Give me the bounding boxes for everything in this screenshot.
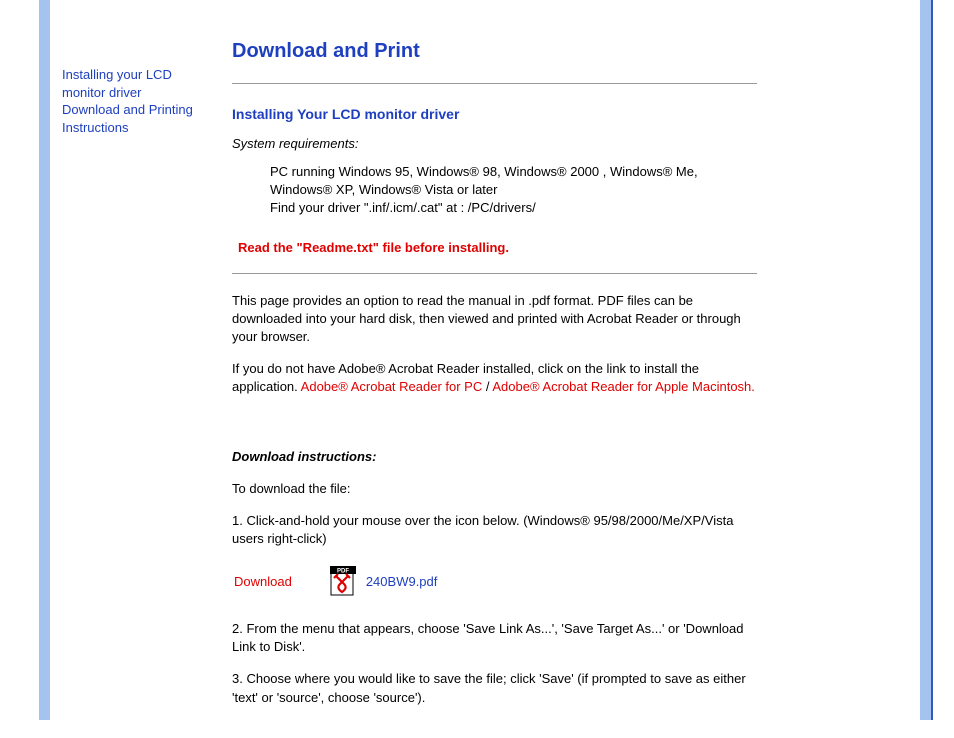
svg-text:PDF: PDF — [337, 569, 349, 575]
requirement-item: PC running Windows 95, Windows® 98, Wind… — [270, 163, 757, 199]
page-title: Download and Print — [232, 40, 757, 63]
requirement-item: Find your driver ".inf/.icm/.cat" at : /… — [270, 199, 757, 217]
acrobat-paragraph: If you do not have Adobe® Acrobat Reader… — [232, 360, 757, 396]
sidebar-link-download[interactable]: Download and Printing Instructions — [62, 101, 217, 136]
right-accent-bar — [920, 0, 931, 720]
requirements-list: PC running Windows 95, Windows® 98, Wind… — [270, 163, 757, 218]
download-label: Download — [234, 574, 292, 589]
acrobat-mac-link[interactable]: Adobe® Acrobat Reader for Apple Macintos… — [492, 379, 755, 394]
sidebar-nav: Installing your LCD monitor driver Downl… — [62, 66, 217, 136]
section-heading-install: Installing Your LCD monitor driver — [232, 106, 757, 122]
download-step-2: 2. From the menu that appears, choose 'S… — [232, 620, 757, 656]
pdf-info-paragraph: This page provides an option to read the… — [232, 292, 757, 347]
main-content: Download and Print Installing Your LCD m… — [232, 40, 757, 721]
acrobat-pc-link[interactable]: Adobe® Acrobat Reader for PC — [301, 379, 483, 394]
download-row: Download PDF 240BW9.pdf — [234, 566, 757, 596]
download-heading: Download instructions: — [232, 449, 757, 464]
pdf-icon[interactable]: PDF — [330, 566, 356, 596]
download-intro: To download the file: — [232, 480, 757, 498]
download-step-3: 3. Choose where you would like to save t… — [232, 670, 757, 706]
link-separator: / — [482, 379, 492, 394]
download-step-1: 1. Click-and-hold your mouse over the ic… — [232, 512, 757, 548]
divider — [232, 273, 757, 274]
pdf-file-link[interactable]: 240BW9.pdf — [366, 574, 438, 589]
file-cell: PDF 240BW9.pdf — [330, 566, 438, 596]
left-accent-bar — [39, 0, 50, 720]
divider — [232, 83, 757, 84]
sidebar-link-install[interactable]: Installing your LCD monitor driver — [62, 66, 217, 101]
requirements-label: System requirements: — [232, 136, 757, 151]
install-warning: Read the "Readme.txt" file before instal… — [238, 240, 757, 255]
right-accent-edge — [931, 0, 933, 720]
